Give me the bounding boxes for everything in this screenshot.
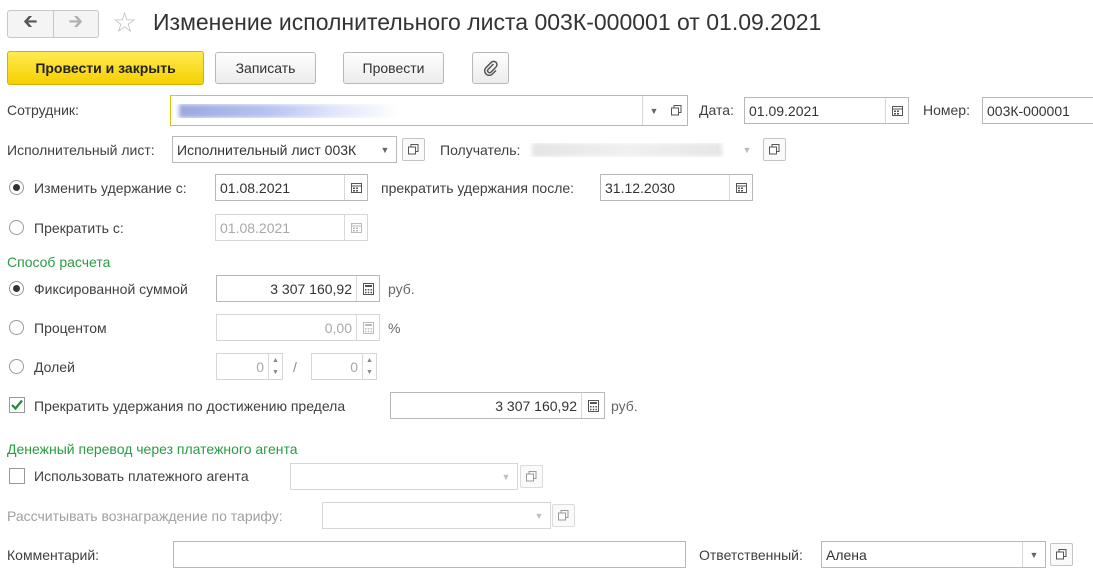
number-value: 003К-000001 xyxy=(987,102,1070,119)
recipient-redacted xyxy=(532,142,722,157)
favorite-star-icon[interactable]: ☆ xyxy=(112,8,137,38)
spinner-icon[interactable]: ▲ ▼ xyxy=(268,354,282,379)
share-numerator-field[interactable]: 0 ▲ ▼ xyxy=(216,353,283,380)
calendar-icon[interactable] xyxy=(344,175,367,200)
dropdown-arrow-icon[interactable]: ▼ xyxy=(1022,542,1045,567)
open-icon xyxy=(769,144,780,155)
forward-arrow-icon[interactable]: 🡲 xyxy=(52,11,99,37)
stop-after-date-value: 31.12.2030 xyxy=(605,179,676,196)
spinner-icon[interactable]: ▲ ▼ xyxy=(362,354,376,379)
stop-after-date-field[interactable]: 31.12.2030 xyxy=(600,174,753,201)
employee-label: Сотрудник: xyxy=(7,102,79,118)
writ-open-button[interactable] xyxy=(402,138,425,161)
open-icon[interactable] xyxy=(665,96,687,125)
tariff-field[interactable]: ▼ xyxy=(322,502,551,529)
fixed-sum-label: Фиксированной суммой xyxy=(34,281,188,297)
agent-section-title: Денежный перевод через платежного агента xyxy=(7,441,298,457)
responsible-field[interactable]: Алена ▼ xyxy=(821,541,1046,568)
calc-section-title: Способ расчета xyxy=(7,254,111,270)
agent-field[interactable]: ▼ xyxy=(290,463,518,490)
responsible-open-button[interactable] xyxy=(1050,543,1073,566)
dropdown-arrow-icon[interactable]: ▼ xyxy=(736,137,758,162)
writ-field[interactable]: Исполнительный лист 003К ▼ xyxy=(172,136,397,163)
percent-unit: % xyxy=(388,320,401,336)
stop-deduction-radio[interactable] xyxy=(9,220,24,235)
tariff-label: Рассчитывать вознаграждение по тарифу: xyxy=(7,508,283,524)
stop-from-date-value: 01.08.2021 xyxy=(220,219,291,236)
change-deduction-radio[interactable] xyxy=(9,180,24,195)
back-arrow-icon[interactable]: 🡰 xyxy=(8,11,53,37)
number-field[interactable]: 003К-000001 xyxy=(982,97,1093,124)
recipient-open-button[interactable] xyxy=(763,138,786,161)
calculator-icon[interactable] xyxy=(356,315,379,340)
change-from-date-field[interactable]: 01.08.2021 xyxy=(215,174,368,201)
change-from-date-value: 01.08.2021 xyxy=(220,179,291,196)
post-button[interactable]: Провести xyxy=(343,52,444,84)
share-numerator-value: 0 xyxy=(256,358,264,375)
recipient-field[interactable]: ▼ xyxy=(527,136,759,163)
comment-label: Комментарий: xyxy=(7,547,100,563)
date-label: Дата: xyxy=(699,102,734,118)
open-icon xyxy=(558,510,569,521)
change-deduction-label: Изменить удержание с: xyxy=(34,180,187,196)
calendar-icon[interactable] xyxy=(729,175,752,200)
stop-at-limit-label: Прекратить удержания по достижению преде… xyxy=(34,398,346,414)
open-icon xyxy=(526,471,537,482)
share-label: Долей xyxy=(34,359,75,375)
paperclip-icon xyxy=(483,60,498,76)
percent-label: Процентом xyxy=(34,320,107,336)
dropdown-arrow-icon[interactable]: ▼ xyxy=(642,96,665,125)
post-and-close-button[interactable]: Провести и закрыть xyxy=(7,51,204,85)
percent-field[interactable]: 0,00 xyxy=(216,314,380,341)
number-label: Номер: xyxy=(923,102,970,118)
stop-at-limit-checkbox[interactable] xyxy=(9,397,25,413)
responsible-label: Ответственный: xyxy=(699,547,803,563)
responsible-value: Алена xyxy=(826,546,867,563)
calendar-icon[interactable] xyxy=(344,215,367,240)
stop-from-date-field[interactable]: 01.08.2021 xyxy=(215,214,368,241)
date-field[interactable]: 01.09.2021 xyxy=(744,97,909,124)
writ-label: Исполнительный лист: xyxy=(7,142,155,158)
fixed-sum-value: 3 307 160,92 xyxy=(270,280,352,297)
limit-value: 3 307 160,92 xyxy=(495,397,577,414)
limit-field[interactable]: 3 307 160,92 xyxy=(390,392,605,419)
calculator-icon[interactable] xyxy=(581,393,604,418)
dropdown-arrow-icon[interactable]: ▼ xyxy=(528,503,550,528)
open-icon xyxy=(1056,549,1067,560)
recipient-label: Получатель: xyxy=(440,142,521,158)
date-value: 01.09.2021 xyxy=(749,102,820,119)
writ-value: Исполнительный лист 003К xyxy=(177,141,357,158)
percent-radio[interactable] xyxy=(9,320,24,335)
page-title: Изменение исполнительного листа 003К-000… xyxy=(153,9,822,35)
stop-deduction-label: Прекратить с: xyxy=(34,220,124,236)
dropdown-arrow-icon[interactable]: ▼ xyxy=(495,464,517,489)
save-button[interactable]: Записать xyxy=(215,52,316,84)
fixed-sum-field[interactable]: 3 307 160,92 xyxy=(216,275,380,302)
checkmark-icon xyxy=(11,399,23,411)
percent-value: 0,00 xyxy=(324,319,352,336)
tariff-open-button[interactable] xyxy=(552,504,575,527)
calculator-icon[interactable] xyxy=(356,276,379,301)
share-denominator-value: 0 xyxy=(350,358,358,375)
calendar-icon[interactable] xyxy=(885,98,908,123)
stop-after-label: прекратить удержания после: xyxy=(381,180,575,196)
attach-button[interactable] xyxy=(472,52,509,84)
dropdown-arrow-icon[interactable]: ▼ xyxy=(374,137,396,162)
agent-open-button[interactable] xyxy=(520,465,543,488)
use-agent-checkbox[interactable] xyxy=(9,468,25,484)
comment-field[interactable] xyxy=(173,541,686,568)
fixed-sum-unit: руб. xyxy=(388,281,415,297)
limit-unit: руб. xyxy=(611,398,638,414)
history-nav: 🡰 🡲 xyxy=(7,10,99,38)
employee-field[interactable]: ▼ xyxy=(170,95,688,126)
share-radio[interactable] xyxy=(9,359,24,374)
employee-name-redacted xyxy=(179,103,399,118)
share-denominator-field[interactable]: 0 ▲ ▼ xyxy=(311,353,377,380)
fixed-sum-radio[interactable] xyxy=(9,281,24,296)
use-agent-label: Использовать платежного агента xyxy=(34,468,249,484)
share-separator: / xyxy=(293,359,297,375)
open-icon xyxy=(408,144,419,155)
